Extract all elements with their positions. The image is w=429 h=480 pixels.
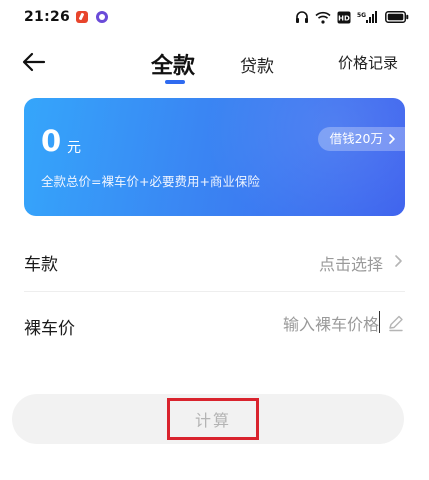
car-price-row: 裸车价 [24,294,405,356]
calculate-label: 计算 [194,411,231,430]
borrow-money-label: 借钱20万 [329,131,383,146]
text-caret [379,311,380,333]
edit-pencil-icon[interactable] [387,314,405,332]
status-icons: HD 5G [295,9,409,25]
tab-price-history[interactable]: 价格记录 [338,52,398,73]
hd-icon-text: HD [338,14,350,22]
borrow-money-button[interactable]: 借钱20万 [317,127,405,151]
red-app-icon [76,11,88,23]
total-price-unit: 元 [67,140,81,156]
back-arrow-icon [22,52,46,72]
back-button[interactable] [18,46,50,78]
tab-full-payment[interactable]: 全款 [151,48,195,80]
signal-icon-text: 5G [357,12,366,19]
purple-app-icon [96,11,108,23]
signal-icon: 5G [357,10,377,23]
headphones-icon [296,11,308,23]
chevron-right-icon [395,255,402,267]
header: 全款 贷款 价格记录 [0,34,429,90]
price-summary-card: 0 元 全款总价=裸车价+必要费用+商业保险 借钱20万 [24,98,405,216]
status-time: 21:26 [24,9,71,25]
total-price-amount: 0 [41,124,62,158]
battery-icon [385,11,409,23]
car-model-select[interactable]: 点击选择 [319,251,383,275]
car-price-input[interactable] [209,311,379,337]
status-bar: 21:26 HD 5G [0,0,429,34]
car-model-row[interactable]: 车款 点击选择 [24,230,405,292]
car-price-label: 裸车价 [24,319,75,339]
calculate-button[interactable]: 计算 [167,398,259,440]
wifi-icon [315,11,331,24]
chevron-right-icon [389,134,395,144]
price-formula: 全款总价=裸车价+必要费用+商业保险 [41,174,260,189]
car-model-label: 车款 [24,255,58,275]
active-tab-indicator [165,80,185,84]
hd-icon: HD [337,11,351,23]
tab-loan[interactable]: 贷款 [240,52,274,77]
